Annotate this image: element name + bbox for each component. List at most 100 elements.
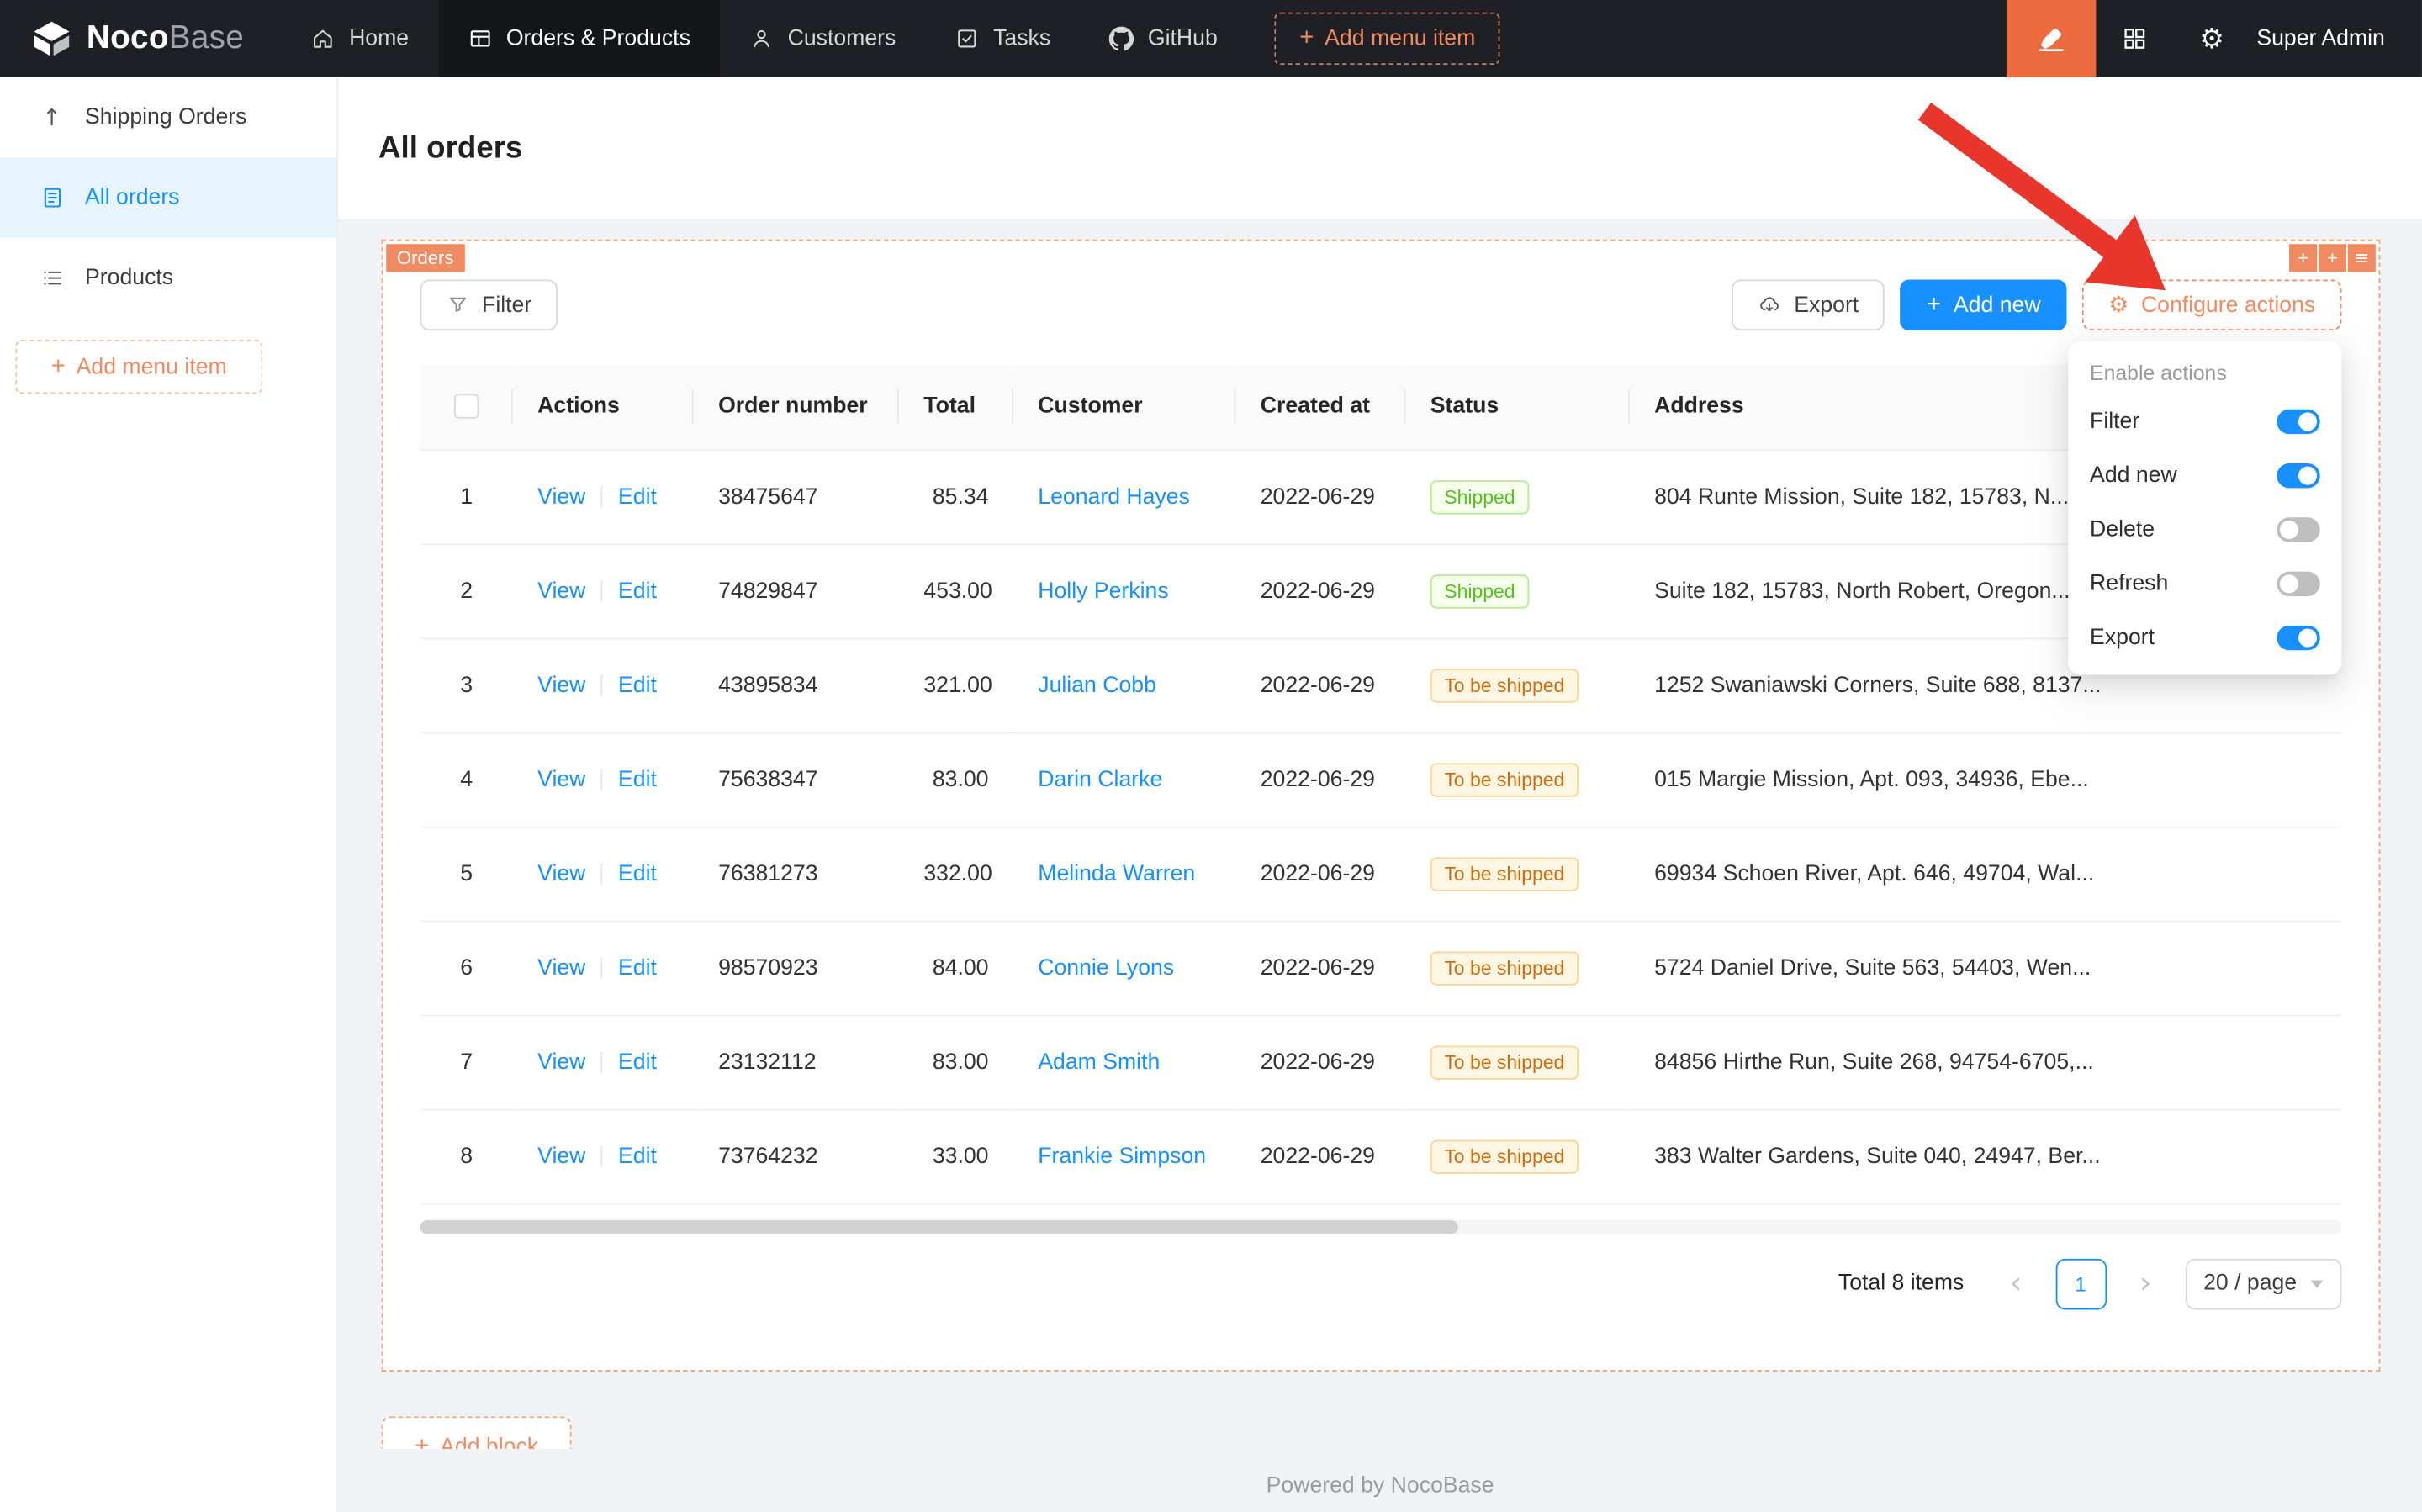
dropdown-item[interactable]: Export: [2068, 610, 2341, 663]
table-toolbar: Filter Export + Add new ⚙ Configure acti…: [420, 279, 2342, 330]
next-page-button[interactable]: ›: [2120, 1258, 2171, 1309]
cell-status: To be shipped: [1405, 1109, 1629, 1203]
toggle-switch[interactable]: [2277, 516, 2319, 541]
prev-page-button[interactable]: ‹: [1991, 1258, 2042, 1309]
configure-actions-button[interactable]: ⚙ Configure actions: [2082, 279, 2341, 330]
view-link[interactable]: View: [537, 861, 585, 886]
toggle-switch[interactable]: [2277, 409, 2319, 433]
toggle-knob: [2280, 574, 2298, 592]
dropdown-item-label: Add new: [2090, 463, 2177, 487]
customer-link[interactable]: Melinda Warren: [1038, 861, 1195, 886]
add-block-button[interactable]: + Add block: [382, 1416, 572, 1449]
customer-link[interactable]: Julian Cobb: [1038, 673, 1156, 697]
plugin-manager-button[interactable]: [2096, 0, 2173, 77]
export-button[interactable]: Export: [1732, 279, 1885, 330]
view-link[interactable]: View: [537, 1144, 585, 1168]
ui-editor-button[interactable]: [2007, 0, 2097, 77]
cell-customer: Leonard Hayes: [1013, 449, 1235, 543]
grid-icon: [2121, 24, 2149, 52]
edit-link[interactable]: Edit: [618, 1049, 657, 1074]
cell-total: 84.00: [899, 921, 1013, 1015]
edit-link[interactable]: Edit: [618, 579, 657, 603]
view-link[interactable]: View: [537, 579, 585, 603]
action-divider: [601, 674, 603, 696]
dropdown-item-label: Delete: [2090, 516, 2155, 541]
customer-link[interactable]: Connie Lyons: [1038, 955, 1174, 980]
sidebar-add-menu-item-button[interactable]: + Add menu item: [15, 340, 262, 394]
add-new-button[interactable]: + Add new: [1901, 279, 2067, 330]
nav-add-menu-item-button[interactable]: + Add menu item: [1275, 13, 1500, 65]
table-header-row: Actions Order number Total Customer Crea…: [420, 364, 2342, 449]
horizontal-scrollbar-thumb[interactable]: [420, 1219, 1458, 1234]
current-page-button[interactable]: 1: [2055, 1258, 2107, 1309]
tasks-icon: [955, 26, 979, 50]
edit-link[interactable]: Edit: [618, 767, 657, 791]
settings-button[interactable]: ⚙: [2173, 0, 2250, 77]
customer-link[interactable]: Frankie Simpson: [1038, 1144, 1206, 1168]
chevron-down-icon: [2311, 1280, 2324, 1287]
view-link[interactable]: View: [537, 955, 585, 980]
view-link[interactable]: View: [537, 484, 585, 509]
app-root: NocoBase Home Orders & Products Customer…: [0, 0, 2422, 1512]
col-header-order-number: Order number: [694, 364, 899, 449]
chevron-right-icon: ›: [2139, 1263, 2152, 1300]
filter-button[interactable]: Filter: [420, 279, 558, 330]
sidebar-item-all-orders[interactable]: All orders: [0, 157, 336, 238]
nav-item-github[interactable]: GitHub: [1080, 0, 1247, 77]
nav-item-tasks[interactable]: Tasks: [925, 0, 1080, 77]
select-all-checkbox[interactable]: [454, 394, 479, 419]
sidebar-item-shipping-orders[interactable]: ↑ Shipping Orders: [0, 77, 336, 158]
action-divider: [601, 486, 603, 508]
row-actions: View Edit: [513, 1015, 694, 1109]
cell-customer: Connie Lyons: [1013, 921, 1235, 1015]
table-row: 2 ViewEdit 74829847 453.00 Holly Perkins…: [420, 544, 2342, 638]
customer-link[interactable]: Holly Perkins: [1038, 579, 1168, 603]
toggle-knob: [2280, 520, 2298, 538]
customer-link[interactable]: Leonard Hayes: [1038, 484, 1190, 509]
edit-link[interactable]: Edit: [618, 484, 657, 509]
drag-icon[interactable]: +: [2289, 244, 2317, 272]
page-size-select[interactable]: 20 / page: [2185, 1258, 2341, 1309]
arrow-up-icon: ↑: [39, 103, 65, 131]
dropdown-item[interactable]: Refresh: [2068, 556, 2341, 610]
dropdown-item[interactable]: Filter: [2068, 394, 2341, 447]
customer-link[interactable]: Darin Clarke: [1038, 767, 1162, 791]
cell-created-at: 2022-06-29: [1235, 1109, 1405, 1203]
edit-link[interactable]: Edit: [618, 955, 657, 980]
dropdown-item[interactable]: Delete: [2068, 502, 2341, 556]
dropdown-item[interactable]: Add new: [2068, 448, 2341, 502]
row-index: 3: [420, 638, 513, 732]
view-link[interactable]: View: [537, 767, 585, 791]
nav-item-customers[interactable]: Customers: [720, 0, 925, 77]
home-icon: [310, 26, 335, 50]
edit-link[interactable]: Edit: [618, 1144, 657, 1168]
user-name[interactable]: Super Admin: [2250, 26, 2422, 50]
view-link[interactable]: View: [537, 1049, 585, 1074]
gear-icon: ⚙: [2199, 23, 2224, 56]
nocobase-logo[interactable]: NocoBase: [0, 18, 269, 60]
cell-address: 5724 Daniel Drive, Suite 563, 54403, Wen…: [1630, 921, 2342, 1015]
edit-link[interactable]: Edit: [618, 861, 657, 886]
add-block-icon[interactable]: +: [2319, 244, 2346, 272]
cloud-download-icon: [1758, 293, 1782, 317]
view-link[interactable]: View: [537, 673, 585, 697]
sidebar-item-products[interactable]: Products: [0, 238, 336, 319]
dropdown-header: Enable actions: [2068, 349, 2341, 394]
block-menu-icon[interactable]: ≡: [2348, 244, 2376, 272]
toggle-switch[interactable]: [2277, 625, 2319, 649]
cell-created-at: 2022-06-29: [1235, 1015, 1405, 1109]
nav-item-orders-products[interactable]: Orders & Products: [438, 0, 720, 77]
toggle-switch[interactable]: [2277, 463, 2319, 487]
row-actions: View Edit: [513, 449, 694, 543]
action-divider: [601, 1145, 603, 1167]
customer-link[interactable]: Adam Smith: [1038, 1049, 1160, 1074]
cell-status: To be shipped: [1405, 921, 1629, 1015]
table-row: 8 ViewEdit 73764232 33.00 Frankie Simpso…: [420, 1109, 2342, 1203]
edit-link[interactable]: Edit: [618, 673, 657, 697]
cell-total: 332.00: [899, 827, 1013, 921]
nocobase-logo-icon: [31, 18, 73, 60]
cell-created-at: 2022-06-29: [1235, 827, 1405, 921]
nav-item-home[interactable]: Home: [281, 0, 438, 77]
toggle-switch[interactable]: [2277, 571, 2319, 595]
dropdown-item-label: Filter: [2090, 409, 2139, 433]
